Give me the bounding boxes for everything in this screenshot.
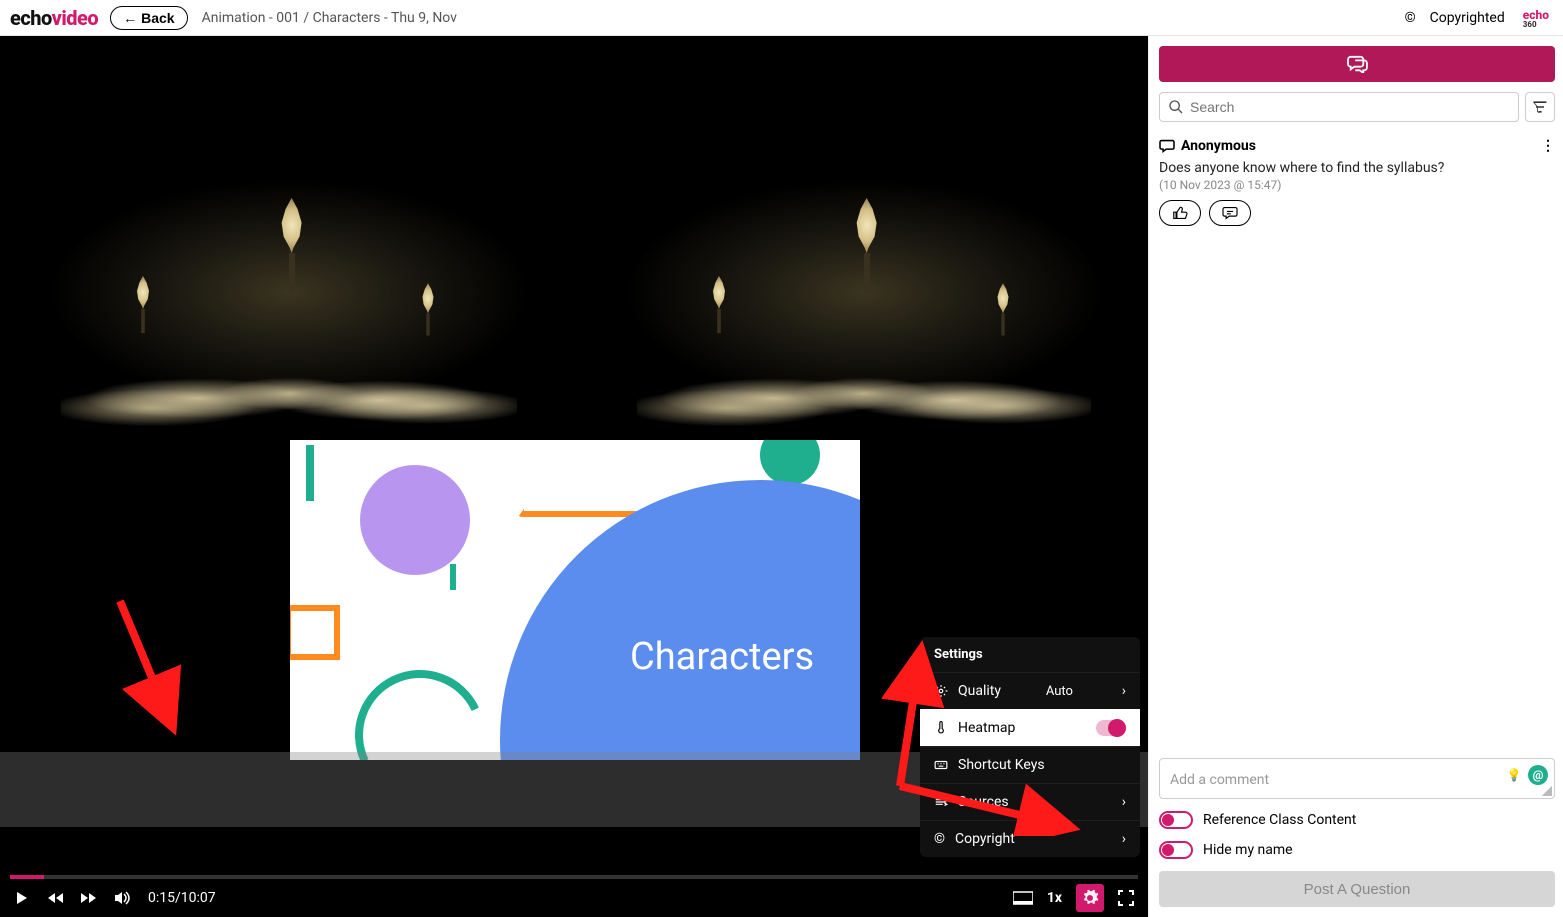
- idea-icon[interactable]: 💡: [1504, 765, 1524, 785]
- copyright-icon: ©: [934, 831, 945, 847]
- fullscreen-icon[interactable]: [1118, 890, 1134, 906]
- back-button[interactable]: ← Back: [110, 6, 187, 30]
- chat-icon: [1346, 55, 1368, 73]
- breadcrumb: Animation - 001 / Characters - Thu 9, No…: [202, 10, 457, 26]
- filter-icon: [1532, 100, 1548, 114]
- search-input-wrapper[interactable]: [1159, 92, 1519, 122]
- time-display: 0:15/10:07: [148, 890, 216, 906]
- like-button[interactable]: [1159, 200, 1201, 226]
- thumbs-up-icon: [1172, 206, 1188, 220]
- comment-input[interactable]: Add a comment 💡 @: [1159, 758, 1555, 799]
- post-author: Anonymous: [1181, 138, 1256, 154]
- video-feed-2[interactable]: [580, 116, 1148, 436]
- comment-placeholder: Add a comment: [1170, 772, 1269, 788]
- post-body: Does anyone know where to find the sylla…: [1159, 160, 1555, 176]
- discussion-post: Anonymous ⋮ Does anyone know where to fi…: [1159, 138, 1555, 226]
- volume-icon[interactable]: [114, 890, 132, 906]
- chevron-right-icon: ›: [1122, 831, 1126, 847]
- layout-icon[interactable]: [1013, 891, 1033, 905]
- rewind-icon[interactable]: [46, 891, 64, 905]
- slide-title: Characters: [630, 635, 814, 679]
- copyright-label: Copyrighted: [1430, 10, 1505, 26]
- filter-button[interactable]: [1525, 92, 1555, 122]
- player-area: Characters 0:15/10:07: [0, 36, 1148, 917]
- settings-popup: Settings Quality Auto › Heatmap: [920, 637, 1140, 857]
- search-icon: [1168, 99, 1184, 115]
- speech-icon: [1159, 139, 1175, 153]
- chevron-right-icon: ›: [1122, 683, 1126, 699]
- video-feed-1[interactable]: [4, 116, 574, 436]
- arrow-left-icon: ←: [123, 10, 137, 26]
- reply-icon: [1222, 206, 1238, 220]
- settings-icon[interactable]: [1076, 884, 1104, 912]
- keyboard-icon: [934, 758, 948, 772]
- settings-shortcuts[interactable]: Shortcut Keys: [920, 746, 1140, 783]
- post-meta: (10 Nov 2023 @ 15:47): [1159, 178, 1555, 192]
- speed-button[interactable]: 1x: [1047, 890, 1062, 906]
- reference-label: Reference Class Content: [1203, 812, 1356, 828]
- chevron-right-icon: ›: [1122, 794, 1126, 810]
- brand-badge[interactable]: echo360: [1519, 6, 1553, 30]
- heatmap-toggle[interactable]: [1096, 720, 1126, 736]
- slide-feed[interactable]: Characters: [290, 440, 860, 760]
- copyright-icon: ©: [1405, 10, 1416, 26]
- reference-toggle[interactable]: [1159, 811, 1193, 829]
- gear-icon: [934, 684, 948, 698]
- hide-name-label: Hide my name: [1203, 842, 1293, 858]
- settings-sources[interactable]: Sources ›: [920, 783, 1140, 820]
- resize-handle[interactable]: [1542, 786, 1552, 796]
- forward-icon[interactable]: [80, 891, 98, 905]
- search-input[interactable]: [1190, 99, 1510, 115]
- play-icon[interactable]: [14, 890, 30, 906]
- settings-quality[interactable]: Quality Auto ›: [920, 672, 1140, 709]
- settings-copyright[interactable]: © Copyright ›: [920, 820, 1140, 857]
- discussion-tab[interactable]: [1159, 46, 1555, 82]
- sources-icon: [934, 795, 948, 809]
- hide-name-toggle[interactable]: [1159, 841, 1193, 859]
- settings-heatmap[interactable]: Heatmap: [920, 709, 1140, 746]
- post-question-button[interactable]: Post A Question: [1159, 871, 1555, 907]
- post-menu-icon[interactable]: ⋮: [1541, 138, 1555, 154]
- attach-icon[interactable]: @: [1528, 765, 1548, 785]
- app-logo: echovideo: [10, 6, 98, 30]
- reply-button[interactable]: [1209, 200, 1251, 226]
- thermometer-icon: [934, 721, 948, 735]
- settings-title: Settings: [920, 637, 1140, 672]
